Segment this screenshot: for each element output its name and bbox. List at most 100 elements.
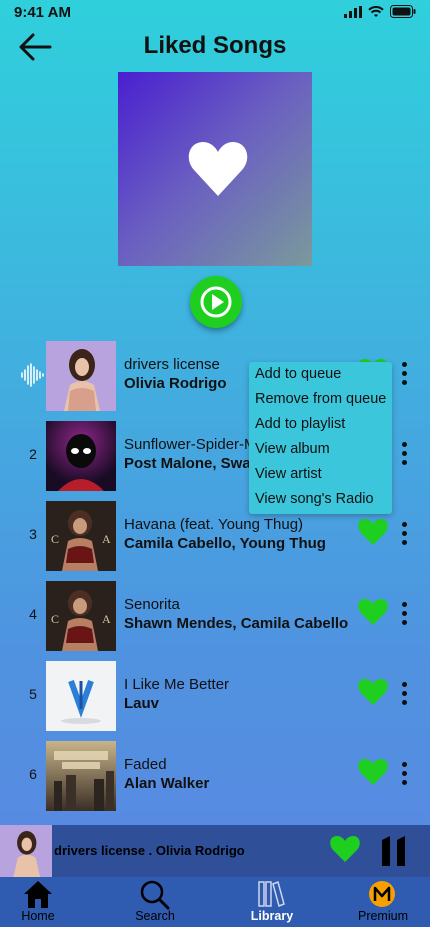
search-icon xyxy=(140,880,170,910)
track-number: 3 xyxy=(29,526,37,542)
album-art xyxy=(46,741,116,811)
now-playing-label: drivers license . Olivia Rodrigo xyxy=(54,843,245,858)
menu-item-view-song-radio[interactable]: View song's Radio xyxy=(249,487,392,512)
track-title: drivers license xyxy=(124,356,220,373)
kebab-dot-icon xyxy=(402,442,407,447)
more-options-button[interactable] xyxy=(398,361,412,387)
library-icon xyxy=(258,880,285,908)
liked-heart-icon[interactable] xyxy=(357,598,389,626)
track-row[interactable]: 6 Faded Alan Walker xyxy=(0,740,430,811)
liked-heart-icon[interactable] xyxy=(357,518,389,546)
kebab-dot-icon xyxy=(402,611,407,616)
premium-icon xyxy=(369,881,395,907)
track-title: Faded xyxy=(124,756,167,773)
liked-heart-icon[interactable] xyxy=(357,758,389,786)
svg-text:C: C xyxy=(51,612,59,626)
signal-icon xyxy=(344,5,362,18)
track-number: 5 xyxy=(29,686,37,702)
album-art xyxy=(46,341,116,411)
play-button[interactable] xyxy=(190,276,242,328)
kebab-dot-icon xyxy=(402,762,407,767)
kebab-dot-icon xyxy=(402,451,407,456)
track-artist: Olivia Rodrigo xyxy=(124,375,227,392)
kebab-dot-icon xyxy=(402,540,407,545)
svg-text:A: A xyxy=(102,612,111,626)
album-art-image xyxy=(46,661,116,731)
kebab-dot-icon xyxy=(402,620,407,625)
kebab-dot-icon xyxy=(402,531,407,536)
kebab-dot-icon xyxy=(402,691,407,696)
track-artist: Lauv xyxy=(124,695,160,712)
track-number: 2 xyxy=(29,446,37,462)
kebab-dot-icon xyxy=(402,380,407,385)
menu-item-view-album[interactable]: View album xyxy=(249,437,392,462)
track-artist: Alan Walker xyxy=(124,775,210,792)
kebab-dot-icon xyxy=(402,771,407,776)
track-title: I Like Me Better xyxy=(124,676,230,693)
more-options-button[interactable] xyxy=(398,521,412,547)
svg-text:C: C xyxy=(51,532,59,546)
track-number: 4 xyxy=(29,606,37,622)
battery-icon xyxy=(390,5,416,18)
more-options-button[interactable] xyxy=(398,601,412,627)
nav-item-library[interactable]: Library xyxy=(232,877,312,927)
now-playing-waveform-icon xyxy=(21,363,44,387)
nav-label-home: Home xyxy=(21,909,55,923)
kebab-dot-icon xyxy=(402,460,407,465)
menu-item-remove-from-queue[interactable]: Remove from queue xyxy=(249,387,392,412)
album-art-image: C A xyxy=(46,501,116,571)
album-art-image xyxy=(46,421,116,491)
track-artist: Camila Cabello, Young Thug xyxy=(124,535,326,552)
track-artist: Shawn Mendes, Camila Cabello xyxy=(124,615,349,632)
menu-item-view-artist[interactable]: View artist xyxy=(249,462,392,487)
heart-icon xyxy=(188,142,248,196)
more-options-button[interactable] xyxy=(398,681,412,707)
album-art xyxy=(46,661,116,731)
track-title: Havana (feat. Young Thug) xyxy=(124,516,304,533)
status-time: 9:41 AM xyxy=(14,4,71,21)
status-bar: 9:41 AM xyxy=(0,0,430,26)
now-playing-bar[interactable]: drivers license . Olivia Rodrigo xyxy=(0,825,430,877)
menu-item-add-to-queue[interactable]: Add to queue xyxy=(249,362,392,387)
now-playing-thumbnail xyxy=(0,825,52,877)
album-art-image xyxy=(46,741,116,811)
kebab-dot-icon xyxy=(402,371,407,376)
play-icon xyxy=(200,286,232,318)
pause-icon[interactable] xyxy=(378,834,410,868)
track-context-menu: Add to queue Remove from queue Add to pl… xyxy=(249,362,392,514)
track-number: 6 xyxy=(29,766,37,782)
status-icons xyxy=(344,5,416,18)
menu-item-add-to-playlist[interactable]: Add to playlist xyxy=(249,412,392,437)
album-art-image xyxy=(0,825,52,877)
kebab-dot-icon xyxy=(402,682,407,687)
kebab-dot-icon xyxy=(402,602,407,607)
liked-songs-screen: 9:41 AM Liked Songs drivers license Oliv… xyxy=(0,0,430,927)
home-icon xyxy=(24,881,52,908)
nav-item-search[interactable]: Search xyxy=(115,877,195,927)
album-art: C A xyxy=(46,501,116,571)
nav-label-search: Search xyxy=(135,909,175,923)
kebab-dot-icon xyxy=(402,780,407,785)
album-art-image xyxy=(46,341,116,411)
kebab-dot-icon xyxy=(402,362,407,367)
album-art: C A xyxy=(46,581,116,651)
track-title: Senorita xyxy=(124,596,180,613)
liked-heart-icon[interactable] xyxy=(357,678,389,706)
nav-item-premium[interactable]: Premium xyxy=(343,877,423,927)
svg-text:A: A xyxy=(102,532,111,546)
nav-item-home[interactable]: Home xyxy=(0,877,78,927)
album-art-image: C A xyxy=(46,581,116,651)
bottom-nav: Home Search Library Premium xyxy=(0,877,430,927)
track-row[interactable]: 4 C A Senorita Shawn Mendes, Camila Cabe… xyxy=(0,580,430,651)
track-row[interactable]: 5 I Like Me Better Lauv xyxy=(0,660,430,731)
nav-label-premium: Premium xyxy=(357,909,408,923)
wifi-icon xyxy=(368,5,384,17)
more-options-button[interactable] xyxy=(398,441,412,467)
more-options-button[interactable] xyxy=(398,761,412,787)
liked-songs-cover xyxy=(118,72,312,266)
kebab-dot-icon xyxy=(402,700,407,705)
liked-heart-icon[interactable] xyxy=(329,835,361,863)
kebab-dot-icon xyxy=(402,522,407,527)
album-art xyxy=(46,421,116,491)
page-title: Liked Songs xyxy=(143,32,287,59)
